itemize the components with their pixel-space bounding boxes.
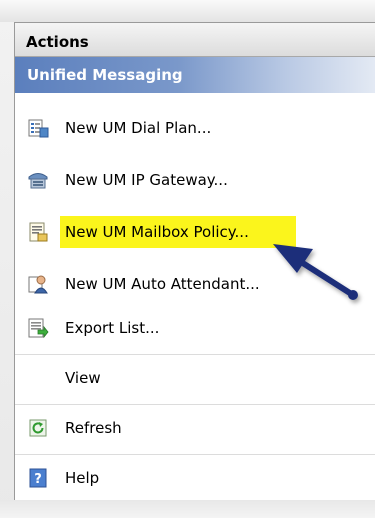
help-icon: ?	[29, 468, 47, 488]
unified-messaging-section-header[interactable]: Unified Messaging	[15, 57, 375, 93]
auto-attendant-icon	[28, 275, 48, 294]
actions-pane-title: Actions	[15, 23, 375, 57]
action-new-um-ip-gateway[interactable]: New UM IP Gateway...	[15, 157, 375, 205]
action-export-list[interactable]: Export List...	[15, 305, 375, 355]
action-label: Export List...	[65, 319, 160, 337]
window-frame: Actions Unified Messaging New UM Dial Pl…	[0, 0, 375, 518]
ip-gateway-icon	[28, 173, 48, 189]
window-top-bar	[0, 0, 375, 22]
action-label: View	[65, 369, 101, 387]
action-label: New UM Mailbox Policy...	[65, 223, 249, 241]
action-label: Help	[65, 469, 100, 487]
action-help[interactable]: ? Help	[15, 455, 375, 503]
action-label: New UM Auto Attendant...	[65, 275, 260, 293]
dial-plan-icon	[28, 119, 49, 138]
action-new-um-mailbox-policy[interactable]: New UM Mailbox Policy...	[15, 209, 375, 257]
action-label: Refresh	[65, 419, 122, 437]
actions-pane: Actions Unified Messaging New UM Dial Pl…	[14, 22, 375, 501]
action-label: New UM Dial Plan...	[65, 119, 212, 137]
refresh-icon	[29, 419, 47, 437]
pane-bottom-edge	[0, 500, 375, 518]
mailbox-policy-icon	[29, 222, 48, 242]
action-new-um-dial-plan[interactable]: New UM Dial Plan...	[15, 105, 375, 153]
action-label: New UM IP Gateway...	[65, 171, 228, 189]
svg-text:?: ?	[34, 472, 42, 487]
action-new-um-auto-attendant[interactable]: New UM Auto Attendant...	[15, 261, 375, 309]
export-list-icon	[28, 318, 49, 339]
action-refresh[interactable]: Refresh	[15, 405, 375, 455]
action-view[interactable]: View	[15, 355, 375, 405]
